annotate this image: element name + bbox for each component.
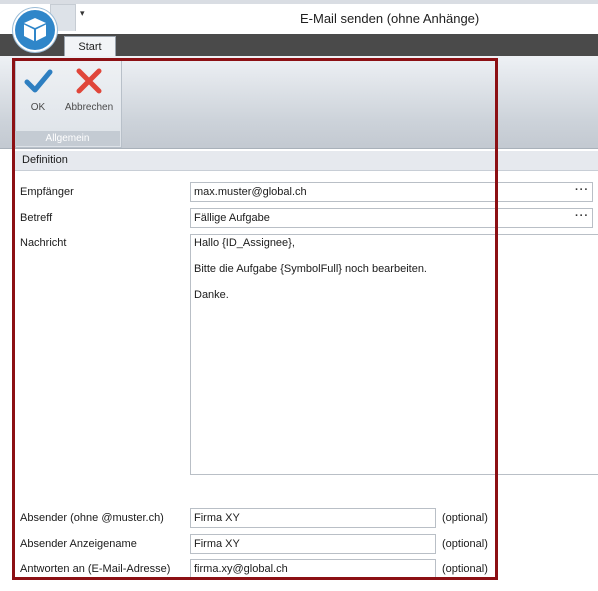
reply-to-value: firma.xy@global.ch	[194, 563, 288, 575]
ok-button-label: OK	[30, 102, 46, 113]
ok-button[interactable]: OK	[18, 64, 58, 126]
window-title: E-Mail senden (ohne Anhänge)	[300, 11, 480, 26]
message-textarea[interactable]: Hallo {ID_Assignee}, Bitte die Aufgabe {…	[190, 234, 598, 475]
subject-field[interactable]: Fällige Aufgabe	[190, 208, 593, 228]
sender-display-label: Absender Anzeigename	[20, 538, 137, 550]
recipient-label: Empfänger	[20, 186, 74, 198]
sender-optional-hint: (optional)	[442, 512, 488, 524]
reply-to-optional-hint: (optional)	[442, 563, 488, 575]
application-menu-button[interactable]	[15, 10, 55, 50]
quick-access-dropdown-icon[interactable]: ▾	[80, 8, 85, 19]
cancel-button[interactable]: Abbrechen	[60, 64, 118, 126]
sender-value: Firma XY	[194, 512, 240, 524]
cancel-button-label: Abbrechen	[64, 102, 114, 113]
sender-display-field[interactable]: Firma XY	[190, 534, 436, 554]
subject-label: Betreff	[20, 212, 53, 224]
message-label: Nachricht	[20, 237, 67, 249]
sender-label: Absender (ohne @muster.ch)	[20, 512, 164, 524]
ribbon-group-label: Allgemein	[15, 131, 120, 146]
title-strip	[0, 0, 598, 4]
message-line: Bitte die Aufgabe {SymbolFull} noch bear…	[194, 263, 427, 275]
recipient-field[interactable]: max.muster@global.ch	[190, 182, 593, 202]
sender-field[interactable]: Firma XY	[190, 508, 436, 528]
tab-start[interactable]: Start	[64, 36, 116, 58]
subject-more-button[interactable]: ···	[575, 210, 589, 222]
section-title: Definition	[22, 154, 68, 166]
section-header: Definition	[14, 151, 598, 171]
title-bar	[0, 0, 598, 34]
app-cube-icon	[24, 18, 46, 41]
recipient-value: max.muster@global.ch	[194, 186, 307, 198]
cross-icon	[76, 68, 102, 94]
sender-display-value: Firma XY	[194, 538, 240, 550]
message-line: Danke.	[194, 289, 229, 301]
sender-display-optional-hint: (optional)	[442, 538, 488, 550]
checkmark-icon	[24, 69, 53, 93]
reply-to-field[interactable]: firma.xy@global.ch	[190, 559, 436, 579]
recipient-more-button[interactable]: ···	[575, 184, 589, 196]
reply-to-label: Antworten an (E-Mail-Adresse)	[20, 563, 171, 575]
message-line: Hallo {ID_Assignee},	[194, 237, 295, 249]
subject-value: Fällige Aufgabe	[194, 212, 270, 224]
